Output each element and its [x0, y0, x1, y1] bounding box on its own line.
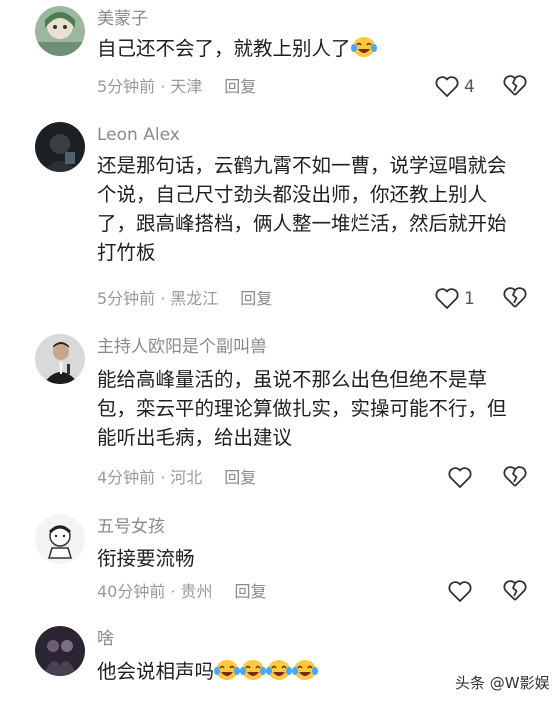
- avatar[interactable]: [35, 6, 85, 56]
- dislike-button[interactable]: [502, 74, 528, 100]
- comment-time: 40分钟前: [97, 582, 166, 601]
- comment-line: 能听出毛病，给出建议: [97, 426, 293, 449]
- avatar[interactable]: [35, 122, 85, 172]
- broken-heart-icon: [503, 580, 527, 601]
- avatar[interactable]: [35, 334, 85, 384]
- laughing-tears-emoji: [240, 660, 267, 680]
- comment-line: 他会说相声吗: [97, 660, 215, 683]
- heart-outline-icon: [448, 467, 472, 488]
- dislike-button[interactable]: [502, 286, 528, 312]
- comment-meta: 5分钟前 · 黑龙江 回复: [97, 288, 272, 310]
- avatar[interactable]: [35, 514, 85, 564]
- broken-heart-icon: [503, 466, 527, 487]
- comment-time: 4分钟前: [97, 468, 156, 487]
- reply-button[interactable]: 回复: [240, 289, 272, 308]
- like-button[interactable]: 4: [434, 74, 475, 100]
- comment-text: 能给高峰量活的，虽说不那么出色但绝不是草 包，栾云平的理论算做扎实，实操可能不行…: [97, 365, 537, 452]
- reply-button[interactable]: 回复: [234, 582, 266, 601]
- comment-text: 还是那句话，云鹤九霄不如一曹，说学逗唱就会 个说，自己尺寸劲头都没出师，你还教上…: [97, 151, 537, 267]
- heart-outline-icon: [435, 288, 459, 309]
- comment-line: 个说，自己尺寸劲头都没出师，你还教上别人: [97, 183, 488, 206]
- username[interactable]: 美蒙子: [97, 8, 148, 30]
- comment-text: 自己还不会了，就教上别人了: [97, 34, 537, 63]
- comment-line: 了，跟高峰搭档，俩人整一堆烂活，然后就开始: [97, 212, 507, 235]
- laughing-tears-emoji: [350, 37, 377, 57]
- like-button[interactable]: [447, 465, 477, 491]
- comment-text: 衔接要流畅: [97, 544, 537, 573]
- username[interactable]: 五号女孩: [97, 516, 165, 538]
- separator-dot: ·: [160, 289, 166, 308]
- like-button[interactable]: 1: [434, 286, 475, 312]
- reply-button[interactable]: 回复: [224, 468, 256, 487]
- comment-location: 河北: [170, 468, 203, 487]
- like-count: 4: [464, 77, 475, 97]
- heart-outline-icon: [448, 581, 472, 602]
- comment-meta: 40分钟前 · 贵州 回复: [97, 581, 267, 603]
- comment-time: 5分钟前: [97, 289, 156, 308]
- like-count: 1: [464, 289, 475, 309]
- comment-line: 能给高峰量活的，虽说不那么出色但绝不是草: [97, 368, 488, 391]
- broken-heart-icon: [503, 75, 527, 96]
- username[interactable]: Leon Alex: [97, 124, 180, 146]
- comment-location: 黑龙江: [170, 289, 219, 308]
- avatar[interactable]: [35, 626, 85, 676]
- comment-meta: 5分钟前 · 天津 回复: [97, 76, 256, 98]
- broken-heart-icon: [503, 287, 527, 308]
- laughing-tears-emoji: [292, 660, 319, 680]
- comment-location: 贵州: [180, 582, 213, 601]
- dislike-button[interactable]: [502, 465, 528, 491]
- dislike-button[interactable]: [502, 579, 528, 605]
- separator-dot: ·: [160, 468, 166, 487]
- comment-line: 打竹板: [97, 241, 156, 264]
- watermark: 头条 @W影娱: [455, 674, 550, 692]
- comment-line: 还是那句话，云鹤九霄不如一曹，说学逗唱就会: [97, 154, 507, 177]
- like-button[interactable]: [447, 579, 477, 605]
- comment-meta: 4分钟前 · 河北 回复: [97, 467, 256, 489]
- separator-dot: ·: [170, 582, 176, 601]
- comment-line: 自己还不会了，就教上别人了: [97, 37, 351, 60]
- reply-button[interactable]: 回复: [224, 77, 256, 96]
- comment-location: 天津: [170, 77, 203, 96]
- username[interactable]: 啥: [97, 628, 114, 650]
- heart-outline-icon: [435, 76, 459, 97]
- laughing-tears-emoji: [266, 660, 293, 680]
- username[interactable]: 主持人欧阳是个副叫兽: [97, 336, 267, 358]
- comment-line: 包，栾云平的理论算做扎实，实操可能不行，但: [97, 397, 507, 420]
- laughing-tears-emoji: [214, 660, 241, 680]
- comment-time: 5分钟前: [97, 77, 156, 96]
- comment-line: 衔接要流畅: [97, 547, 195, 570]
- separator-dot: ·: [160, 77, 166, 96]
